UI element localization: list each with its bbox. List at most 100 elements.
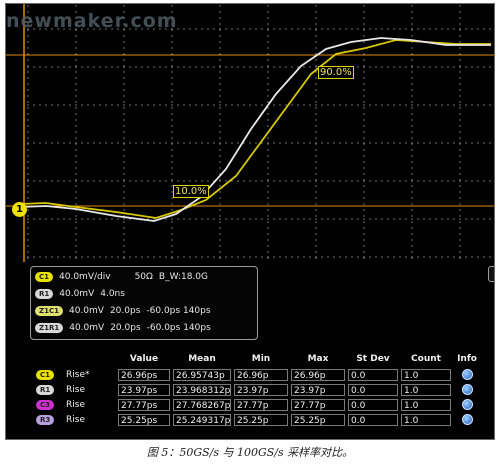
grid-dot xyxy=(243,218,245,220)
grid-dot xyxy=(153,104,155,106)
grid-dot xyxy=(93,142,95,144)
grid-dot xyxy=(27,239,29,241)
grid-dot xyxy=(255,28,257,30)
grid-dot xyxy=(435,104,437,106)
grid-dot xyxy=(195,256,197,258)
grid-dot xyxy=(267,191,269,193)
grid-dot xyxy=(441,218,443,220)
grid-dot xyxy=(225,218,227,220)
grid-dot xyxy=(303,256,305,258)
grid-dot xyxy=(27,113,29,115)
grid-dot xyxy=(459,161,461,163)
grid-dot xyxy=(273,66,275,68)
grid-dot xyxy=(315,203,317,205)
grid-dot xyxy=(471,180,473,182)
grid-dot xyxy=(345,218,347,220)
channel-1-marker[interactable]: 1 xyxy=(12,202,27,217)
grid-dot xyxy=(309,180,311,182)
grid-dot xyxy=(249,66,251,68)
grid-dot xyxy=(429,256,431,258)
grid-dot xyxy=(183,142,185,144)
grid-dot xyxy=(75,221,77,223)
grid-dot xyxy=(123,155,125,157)
grid-dot xyxy=(303,142,305,144)
grid-dot xyxy=(465,28,467,30)
grid-dot xyxy=(375,180,377,182)
grid-dot xyxy=(327,218,329,220)
side-panel-handle[interactable] xyxy=(488,266,494,282)
grid-dot xyxy=(387,256,389,258)
grid-dot xyxy=(75,155,77,157)
grid-dot xyxy=(411,209,413,211)
grid-dot xyxy=(417,28,419,30)
source-badge: R1 xyxy=(36,385,55,395)
grid-dot xyxy=(75,125,77,127)
grid-dot xyxy=(171,257,173,259)
grid-dot xyxy=(243,66,245,68)
grid-dot xyxy=(111,66,113,68)
grid-dot xyxy=(471,142,473,144)
grid-dot xyxy=(231,142,233,144)
grid-dot xyxy=(315,11,317,13)
grid-dot xyxy=(441,104,443,106)
control-row[interactable]: Z1R1 40.0mV 20.0ps -60.0ps 140ps xyxy=(35,321,211,335)
grid-dot xyxy=(327,104,329,106)
grid-dot xyxy=(69,218,71,220)
grid-dot xyxy=(363,53,365,55)
grid-dot xyxy=(321,218,323,220)
grid-dot xyxy=(189,104,191,106)
grid-dot xyxy=(123,173,125,175)
grid-dot xyxy=(303,66,305,68)
grid-dot xyxy=(219,197,221,199)
grid-dot xyxy=(435,28,437,30)
grid-dot xyxy=(315,155,317,157)
grid-dot xyxy=(363,101,365,103)
grid-dot xyxy=(339,104,341,106)
grid-dot xyxy=(339,218,341,220)
channel-settings-panel: C1 40.0mV/div 50Ω B_W:18.0G R1 40.0mV 4.… xyxy=(30,266,258,340)
measurement-name: Rise xyxy=(66,400,85,410)
grid-dot xyxy=(27,251,29,253)
grid-dot xyxy=(315,167,317,169)
bandwidth-text: B_W:18.0G xyxy=(158,272,208,282)
grid-dot xyxy=(99,180,101,182)
info-icon[interactable] xyxy=(462,369,473,380)
control-row[interactable]: R1 40.0mV 4.0ns xyxy=(35,287,125,301)
grid-dot xyxy=(123,179,125,181)
control-row[interactable]: Z1C1 40.0mV 20.0ps -60.0ps 140ps xyxy=(35,304,211,318)
grid-dot xyxy=(465,142,467,144)
grid-dot xyxy=(459,221,461,223)
grid-dot xyxy=(27,107,29,109)
grid-dot xyxy=(345,180,347,182)
grid-dot xyxy=(123,77,125,79)
grid-dot xyxy=(123,221,125,223)
grid-dot xyxy=(357,218,359,220)
grid-dot xyxy=(165,218,167,220)
grid-dot xyxy=(123,89,125,91)
grid-dot xyxy=(225,180,227,182)
grid-dot xyxy=(267,233,269,235)
info-icon[interactable] xyxy=(462,414,473,425)
grid-dot xyxy=(219,47,221,49)
grid-dot xyxy=(309,218,311,220)
info-icon[interactable] xyxy=(462,384,473,395)
grid-dot xyxy=(27,155,29,157)
grid-dot xyxy=(375,28,377,30)
grid-dot xyxy=(27,59,29,61)
grid-dot xyxy=(363,149,365,151)
grid-dot xyxy=(279,180,281,182)
grid-dot xyxy=(249,28,251,30)
grid-dot xyxy=(267,137,269,139)
grid-dot xyxy=(171,95,173,97)
grid-dot xyxy=(123,35,125,37)
info-icon[interactable] xyxy=(462,399,473,410)
grid-dot xyxy=(141,66,143,68)
grid-dot xyxy=(39,104,41,106)
grid-dot xyxy=(483,142,485,144)
grid-dot xyxy=(147,66,149,68)
grid-dot xyxy=(177,180,179,182)
col-header: Mean xyxy=(188,354,216,364)
grid-dot xyxy=(33,66,35,68)
grid-dot xyxy=(267,197,269,199)
control-row[interactable]: C1 40.0mV/div 50Ω B_W:18.0G xyxy=(35,270,208,284)
